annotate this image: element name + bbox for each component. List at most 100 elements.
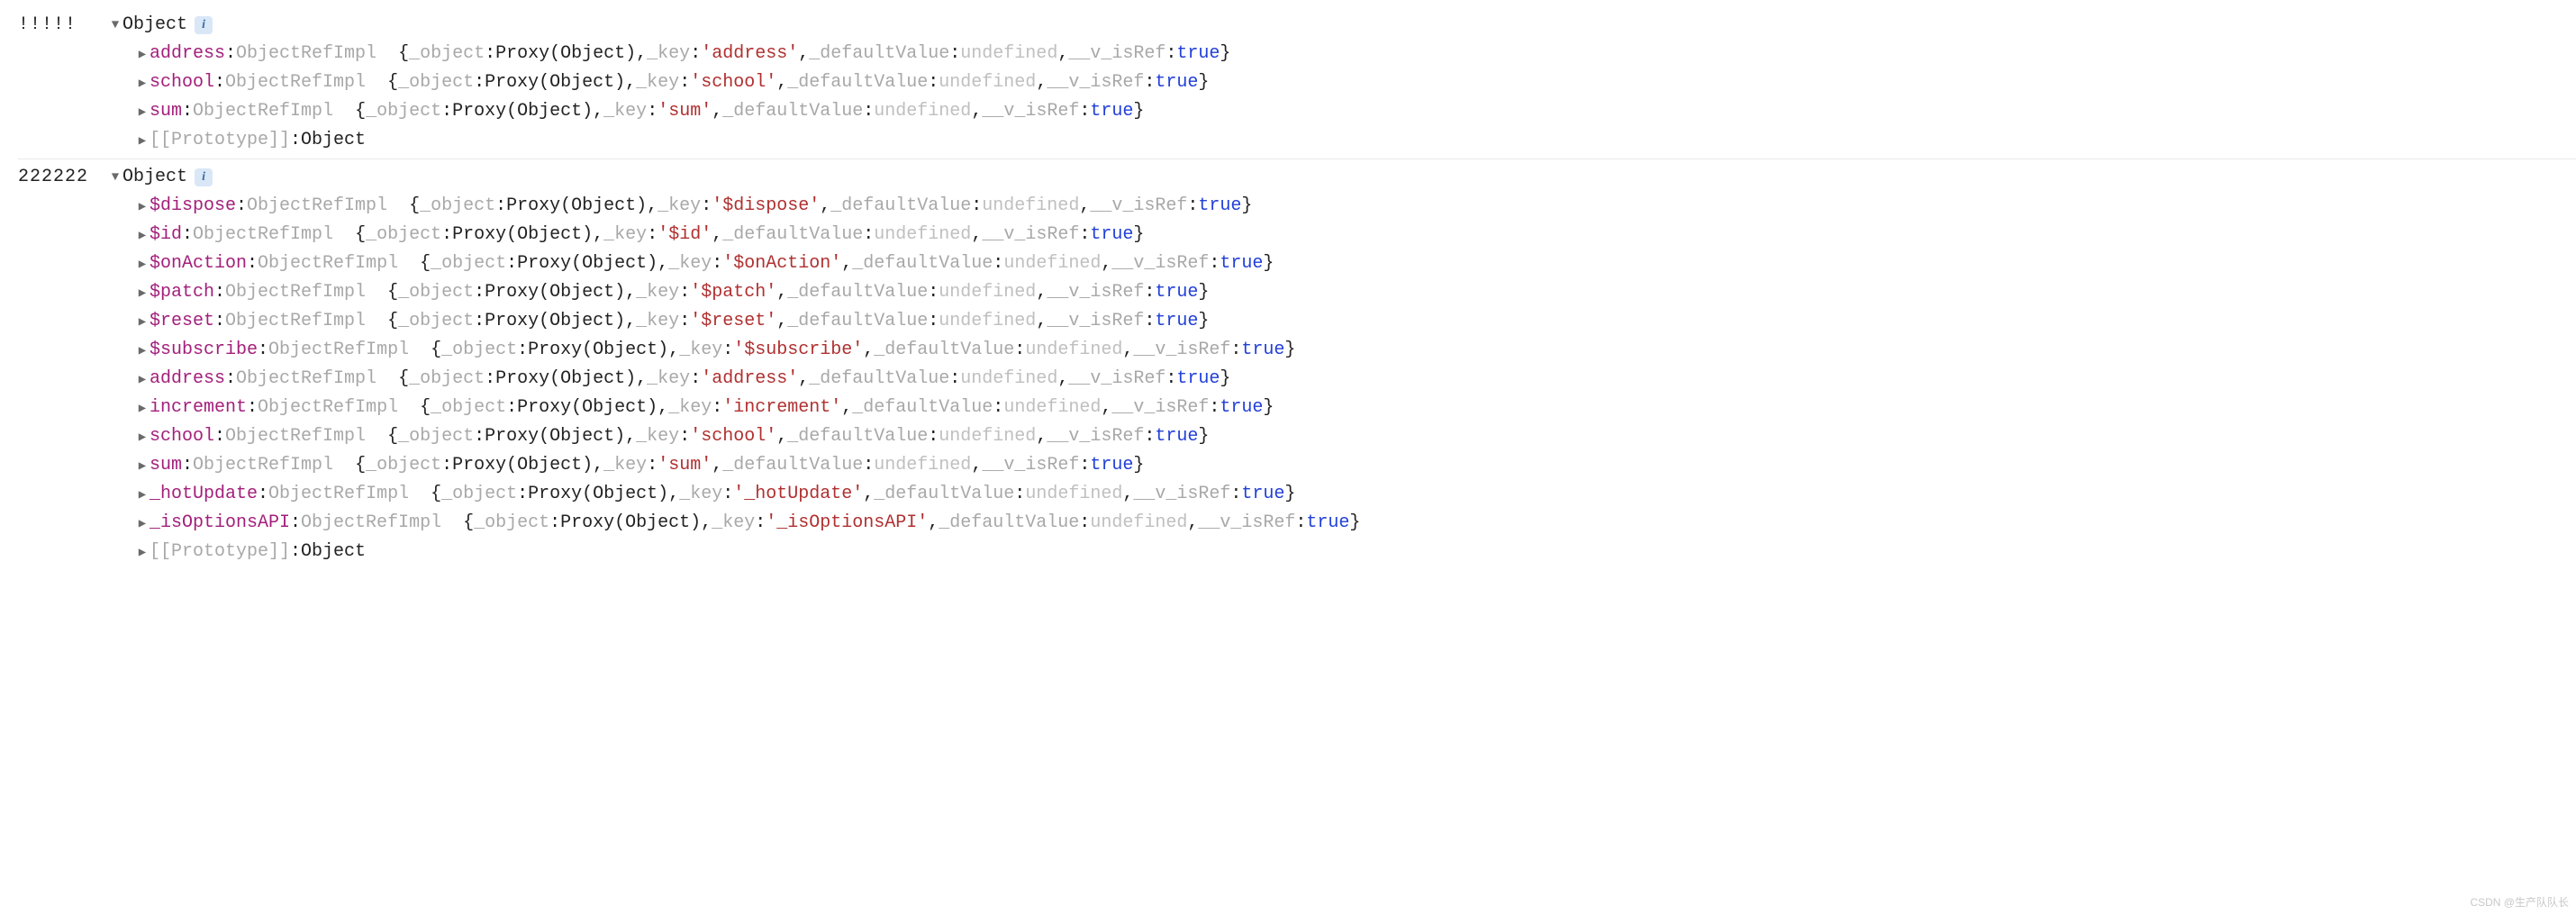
field-value: Proxy(Object) [452, 97, 593, 126]
separator: : [1144, 278, 1155, 307]
expand-toggle-icon[interactable] [135, 485, 150, 505]
expand-toggle-icon[interactable] [135, 428, 150, 448]
field-value: 'address' [701, 365, 798, 394]
property-row[interactable]: address: ObjectRefImpl {_object: Proxy(O… [135, 40, 2576, 68]
separator: : [258, 480, 268, 509]
close-brace: } [1133, 97, 1144, 126]
expand-toggle-icon[interactable] [135, 284, 150, 303]
info-icon[interactable]: i [195, 16, 213, 34]
class-name: ObjectRefImpl [193, 221, 333, 249]
property-row[interactable]: address: ObjectRefImpl {_object: Proxy(O… [135, 365, 2576, 394]
separator: : [225, 40, 236, 68]
comma-separator: , [841, 249, 852, 278]
expand-toggle-icon[interactable] [135, 457, 150, 476]
field-name: _object [398, 307, 474, 336]
field-value: Proxy(Object) [485, 307, 625, 336]
expand-toggle-icon[interactable] [135, 543, 150, 563]
comma-separator: , [776, 68, 787, 97]
expand-toggle-icon[interactable] [135, 399, 150, 419]
field-name: __v_isRef [1047, 68, 1144, 97]
property-row[interactable]: increment: ObjectRefImpl {_object: Proxy… [135, 394, 2576, 422]
comma-separator: , [1187, 509, 1198, 538]
expand-toggle-icon[interactable] [135, 255, 150, 275]
expand-toggle-icon[interactable] [135, 74, 150, 94]
field-name: _key [636, 307, 679, 336]
class-name: ObjectRefImpl [258, 394, 398, 422]
log-prefix: 222222 [18, 163, 108, 192]
comma-separator: , [776, 422, 787, 451]
separator: : [182, 221, 193, 249]
separator: : [182, 97, 193, 126]
expand-toggle-icon[interactable] [108, 15, 122, 35]
expand-toggle-icon[interactable] [135, 313, 150, 332]
property-row[interactable]: $onAction: ObjectRefImpl {_object: Proxy… [135, 249, 2576, 278]
comma-separator: , [1036, 68, 1047, 97]
comma-separator: , [1079, 192, 1090, 221]
property-row[interactable]: school: ObjectRefImpl {_object: Proxy(Ob… [135, 68, 2576, 97]
field-value: '$onAction' [722, 249, 841, 278]
property-row[interactable]: _hotUpdate: ObjectRefImpl {_object: Prox… [135, 480, 2576, 509]
separator: : [701, 192, 712, 221]
field-name: _object [431, 394, 506, 422]
expand-toggle-icon[interactable] [108, 168, 122, 187]
field-name: __v_isRef [982, 451, 1079, 480]
class-name: ObjectRefImpl [258, 249, 398, 278]
property-row[interactable]: school: ObjectRefImpl {_object: Proxy(Ob… [135, 422, 2576, 451]
prototype-row[interactable]: [[Prototype]]: Object [135, 126, 2576, 155]
expand-toggle-icon[interactable] [135, 341, 150, 361]
expand-toggle-icon[interactable] [135, 226, 150, 246]
property-name: sum [150, 451, 182, 480]
separator: : [214, 68, 225, 97]
comma-separator: , [1036, 422, 1047, 451]
field-name: _defaultValue [722, 221, 863, 249]
separator: : [949, 40, 960, 68]
prototype-row[interactable]: [[Prototype]]: Object [135, 538, 2576, 566]
field-value: Proxy(Object) [517, 249, 658, 278]
separator: : [495, 192, 506, 221]
comma-separator: , [928, 509, 939, 538]
comma-separator: , [636, 365, 647, 394]
comma-separator: , [1101, 394, 1111, 422]
comma-separator: , [712, 221, 722, 249]
field-name: _key [647, 365, 690, 394]
field-name: _object [398, 68, 474, 97]
expand-toggle-icon[interactable] [135, 197, 150, 217]
separator: : [290, 538, 301, 566]
open-brace: { [387, 422, 398, 451]
field-value: 'sum' [658, 97, 712, 126]
property-row[interactable]: _isOptionsAPI: ObjectRefImpl {_object: P… [135, 509, 2576, 538]
property-row[interactable]: $reset: ObjectRefImpl {_object: Proxy(Ob… [135, 307, 2576, 336]
class-name: ObjectRefImpl [301, 509, 441, 538]
property-row[interactable]: $subscribe: ObjectRefImpl {_object: Prox… [135, 336, 2576, 365]
expand-toggle-icon[interactable] [135, 370, 150, 390]
expand-toggle-icon[interactable] [135, 45, 150, 65]
separator: : [247, 249, 258, 278]
property-row[interactable]: sum: ObjectRefImpl {_object: Proxy(Objec… [135, 97, 2576, 126]
separator: : [247, 394, 258, 422]
separator: : [1144, 422, 1155, 451]
field-name: _defaultValue [809, 365, 949, 394]
comma-separator: , [668, 480, 679, 509]
comma-separator: , [1122, 480, 1133, 509]
field-value: 'address' [701, 40, 798, 68]
field-name: _defaultValue [787, 68, 928, 97]
expand-toggle-icon[interactable] [135, 131, 150, 151]
property-row[interactable]: $dispose: ObjectRefImpl {_object: Proxy(… [135, 192, 2576, 221]
field-value: true [1176, 40, 1220, 68]
separator: : [647, 97, 658, 126]
property-row[interactable]: sum: ObjectRefImpl {_object: Proxy(Objec… [135, 451, 2576, 480]
separator: : [1079, 451, 1090, 480]
separator: : [863, 451, 874, 480]
expand-toggle-icon[interactable] [135, 514, 150, 534]
property-name: _hotUpdate [150, 480, 258, 509]
close-brace: } [1263, 249, 1274, 278]
property-row[interactable]: $id: ObjectRefImpl {_object: Proxy(Objec… [135, 221, 2576, 249]
property-row[interactable]: $patch: ObjectRefImpl {_object: Proxy(Ob… [135, 278, 2576, 307]
console-log-entry: !!!!! Object i address: ObjectRefImpl {_… [18, 7, 2576, 159]
field-value: true [1176, 365, 1220, 394]
comma-separator: , [636, 40, 647, 68]
field-name: __v_isRef [982, 97, 1079, 126]
expand-toggle-icon[interactable] [135, 103, 150, 122]
info-icon[interactable]: i [195, 168, 213, 186]
field-name: _defaultValue [809, 40, 949, 68]
